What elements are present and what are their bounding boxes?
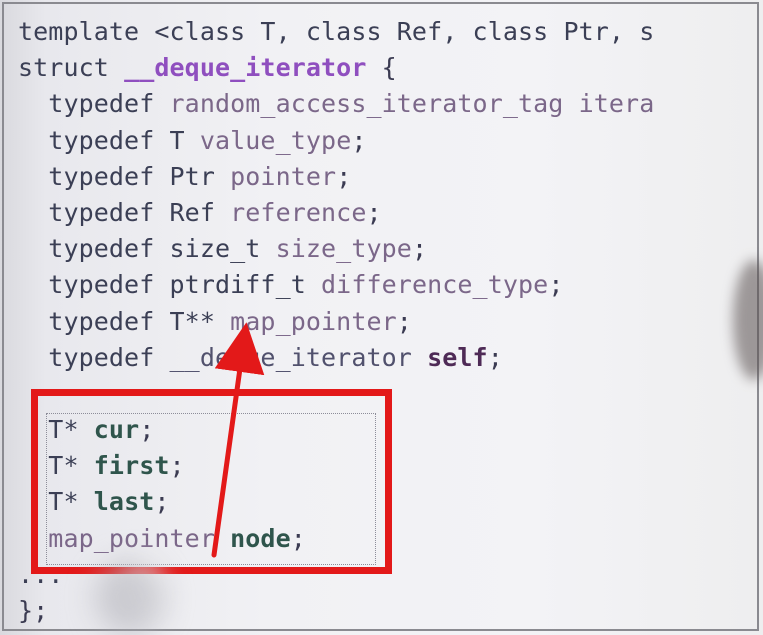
code-token: pointer xyxy=(230,161,337,191)
code-token: value_type xyxy=(199,125,352,155)
code-line: struct __deque_iterator { xyxy=(18,50,654,86)
code-token: ; xyxy=(336,161,352,191)
code-line: typedef T value_type; xyxy=(18,123,654,159)
code-token: struct xyxy=(18,53,125,83)
code-token: typedef xyxy=(18,197,170,227)
code-token: reference xyxy=(230,197,367,227)
code-token: ; xyxy=(487,342,503,372)
code-token: ; xyxy=(411,234,428,264)
code-token: ; xyxy=(351,125,367,155)
blur-artifact xyxy=(95,560,165,635)
code-line: typedef ptrdiff_t difference_type; xyxy=(18,267,654,303)
code-token: typedef xyxy=(18,342,170,372)
code-token: Ref xyxy=(169,197,231,227)
code-line: typedef size_t size_type; xyxy=(18,231,654,267)
code-line: template <class T, class Ref, class Ptr,… xyxy=(18,14,654,50)
code-token: size_type xyxy=(275,234,412,264)
code-token: map_pointer xyxy=(230,306,397,336)
code-token: ; xyxy=(366,197,382,227)
code-token: typedef xyxy=(18,161,170,191)
code-token: template <class T, class Ref, class Ptr,… xyxy=(18,17,655,46)
code-token: __deque_iterator xyxy=(124,53,367,83)
code-token: ; xyxy=(396,306,412,336)
code-token: Ptr xyxy=(169,161,231,191)
code-token: T** xyxy=(169,306,231,336)
code-token: difference_type xyxy=(321,270,549,300)
code-line: typedef __deque_iterator self; xyxy=(18,340,654,376)
code-token: }; xyxy=(18,596,49,625)
code-token: __deque_iterator xyxy=(169,342,428,372)
code-token: self xyxy=(427,342,488,372)
code-token: random_access_iterator_tag itera xyxy=(169,89,655,119)
highlight-box xyxy=(31,389,392,574)
code-token: typedef xyxy=(18,125,170,155)
code-token: size_t xyxy=(169,234,276,264)
code-line: typedef random_access_iterator_tag itera xyxy=(18,86,654,122)
code-token: { xyxy=(366,53,397,83)
code-line: typedef T** map_pointer; xyxy=(18,304,654,340)
code-token: typedef xyxy=(18,306,170,336)
code-slide: template <class T, class Ref, class Ptr,… xyxy=(0,0,763,635)
code-line: typedef Ref reference; xyxy=(18,195,654,231)
code-token: typedef xyxy=(18,234,170,264)
code-token: typedef xyxy=(18,89,170,119)
code-line: typedef Ptr pointer; xyxy=(18,159,654,195)
code-token: typedef xyxy=(18,270,170,300)
code-token: T xyxy=(169,125,200,155)
code-token: ; xyxy=(548,270,564,300)
code-token: ptrdiff_t xyxy=(169,270,322,300)
